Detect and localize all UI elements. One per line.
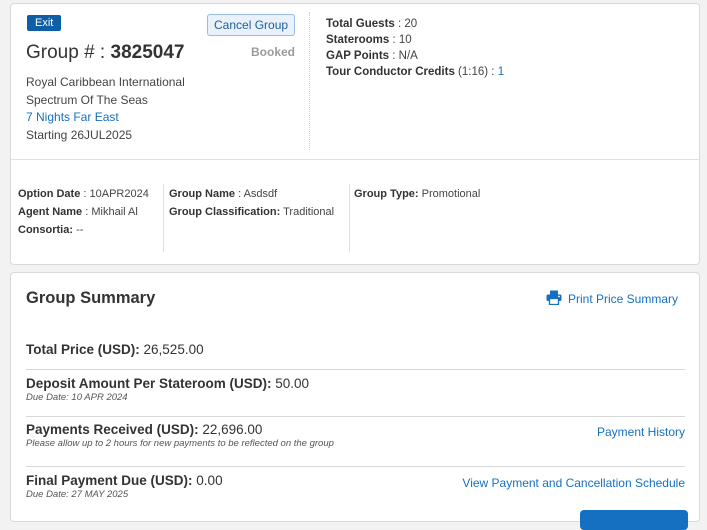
tcc-label: Tour Conductor Credits: [326, 66, 455, 78]
start-date: Starting 26JUL2025: [26, 127, 133, 142]
cruise-info: Royal Caribbean International Spectrum O…: [26, 74, 185, 144]
classification-row: Group Classification: Traditional: [169, 203, 334, 221]
classification-value: Traditional: [283, 206, 335, 218]
row-divider: [26, 416, 685, 417]
staterooms-label: Staterooms: [326, 34, 390, 46]
classification-label: Group Classification:: [169, 206, 281, 218]
deposit-value: 50.00: [275, 376, 310, 391]
printer-icon: [546, 290, 562, 308]
payments-line: Payments Received (USD): 22,696.00: [26, 422, 685, 437]
consortia-row: Consortia: --: [18, 221, 149, 239]
itinerary-link[interactable]: 7 Nights Far East: [26, 109, 185, 127]
group-type-value: Promotional: [421, 188, 481, 200]
section-divider: [11, 159, 699, 160]
final-payment-value: 0.00: [196, 473, 223, 488]
total-guests-row: Total Guests : 20: [326, 18, 418, 30]
group-name-row: Group Name : Asdsdf: [169, 188, 278, 200]
total-price-value: 26,525.00: [143, 342, 204, 357]
deposit-label: Deposit Amount Per Stateroom (USD):: [26, 376, 272, 391]
payments-row: Payments Received (USD): 22,696.00 Pleas…: [26, 422, 685, 449]
staterooms-value: 10: [398, 34, 412, 46]
cruise-line: Royal Caribbean International: [26, 75, 185, 89]
gap-points-label: GAP Points: [326, 50, 390, 62]
row-divider: [26, 466, 685, 467]
total-guests-label: Total Guests: [326, 18, 395, 30]
payments-value: 22,696.00: [202, 422, 263, 437]
group-number-prefix: Group # :: [26, 42, 111, 63]
gap-points-row: GAP Points : N/A: [326, 50, 418, 62]
staterooms-row: Staterooms : 10: [326, 34, 412, 46]
column-divider: [349, 184, 350, 252]
action-button[interactable]: [580, 510, 688, 530]
consortia-value: --: [76, 224, 84, 236]
final-payment-row: Final Payment Due (USD): 0.00 Due Date: …: [26, 473, 685, 500]
option-date-value: 10APR2024: [89, 188, 149, 200]
row-divider: [26, 369, 685, 370]
group-type-row: Group Type: Promotional: [354, 185, 480, 203]
agent-name-label: Agent Name: [18, 206, 83, 218]
agent-name-row: Agent Name : Mikhail Al: [18, 206, 138, 218]
summary-title: Group Summary: [26, 289, 156, 307]
ship-name: Spectrum Of The Seas: [26, 92, 148, 107]
group-type-label: Group Type:: [354, 188, 419, 200]
deposit-line: Deposit Amount Per Stateroom (USD): 50.0…: [26, 376, 685, 391]
gap-points-value: N/A: [398, 50, 418, 62]
print-price-summary-link[interactable]: Print Price Summary: [546, 290, 678, 308]
payment-schedule-link[interactable]: View Payment and Cancellation Schedule: [462, 476, 685, 490]
option-date-row: Option Date : 10APR2024: [18, 188, 149, 200]
tcc-value-link[interactable]: 1: [498, 66, 504, 78]
group-number: 3825047: [110, 42, 185, 63]
deposit-due-date: Due Date: 10 APR 2024: [26, 392, 128, 403]
final-payment-label: Final Payment Due (USD):: [26, 473, 193, 488]
total-price-line: Total Price (USD): 26,525.00: [26, 342, 685, 357]
total-price-label: Total Price (USD):: [26, 342, 140, 357]
group-summary-card: Group Summary Print Price Summary Total …: [10, 272, 700, 530]
group-name-label: Group Name: [169, 188, 236, 200]
payments-label: Payments Received (USD):: [26, 422, 199, 437]
status-badge: Booked: [251, 45, 296, 59]
total-price-row: Total Price (USD): 26,525.00: [26, 342, 685, 357]
tcc-row: Tour Conductor Credits (1:16) : 1: [326, 66, 505, 78]
dotted-divider: [309, 12, 310, 150]
column-divider: [163, 184, 164, 252]
print-price-summary-label: Print Price Summary: [568, 292, 679, 306]
details-column-3: Group Type: Promotional: [354, 185, 480, 203]
total-guests-value: 20: [404, 18, 418, 30]
group-name-value: Asdsdf: [243, 188, 278, 200]
consortia-label: Consortia:: [18, 224, 73, 236]
exit-button[interactable]: Exit: [27, 15, 62, 31]
agent-name-value: Mikhail Al: [91, 206, 138, 218]
final-payment-due-date: Due Date: 27 MAY 2025: [26, 489, 129, 500]
payment-history-link[interactable]: Payment History: [597, 425, 685, 439]
option-date-label: Option Date: [18, 188, 81, 200]
details-column-1: Option Date : 10APR2024 Agent Name : Mik…: [18, 185, 149, 239]
deposit-row: Deposit Amount Per Stateroom (USD): 50.0…: [26, 376, 685, 403]
payments-note: Please allow up to 2 hours for new payme…: [26, 438, 334, 449]
group-stats: Total Guests : 20 Staterooms : 10 GAP Po…: [326, 16, 504, 80]
tcc-ratio: (1:16): [458, 66, 489, 78]
details-column-2: Group Name : Asdsdf Group Classification…: [169, 185, 334, 221]
group-number-heading: Group # : 3825047: [26, 42, 184, 64]
cancel-group-button[interactable]: Cancel Group: [207, 14, 296, 36]
group-details-card: Exit Cancel Group Group # : 3825047 Book…: [10, 3, 700, 265]
